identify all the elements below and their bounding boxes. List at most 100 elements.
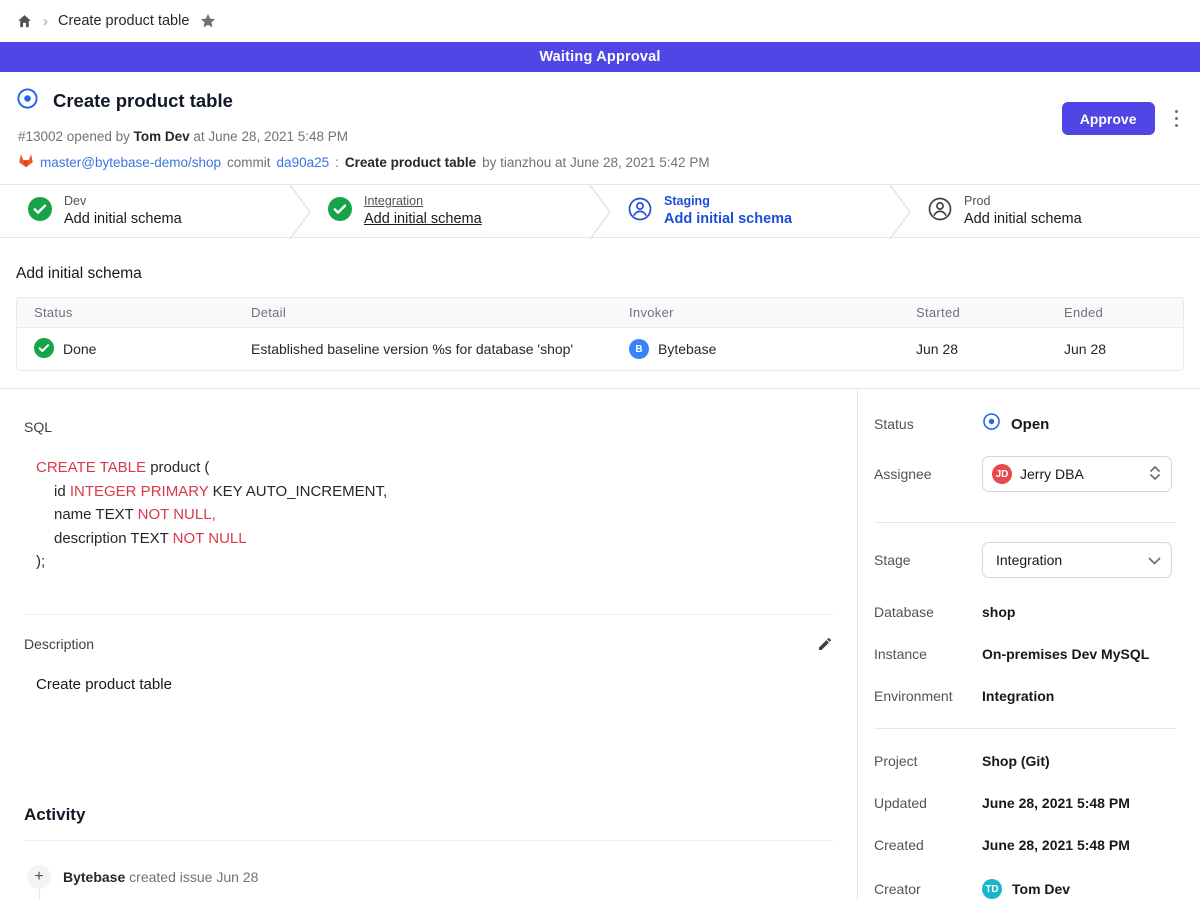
activity-plus-icon: + [27,865,51,889]
stage-env-label: Prod [964,194,1082,210]
stage-label: Stage [874,552,982,568]
updown-chevron-icon [1149,465,1161,484]
open-status-icon [982,412,1001,436]
column-status: Status [17,298,234,327]
stage-env-label: Integration [364,194,482,210]
task-ended: Jun 28 [1064,341,1106,357]
issue-open-icon [16,87,39,115]
vcs-branch-link[interactable]: master@bytebase-demo/shop [40,155,221,170]
issue-meta: #13002 opened by Tom Dev at June 28, 202… [18,129,1184,144]
sql-code-block: CREATE TABLE product ( id INTEGER PRIMAR… [36,456,833,574]
bytebase-issue-page: › Create product table Waiting Approval … [0,0,1200,900]
breadcrumb-chevron-icon: › [43,13,48,30]
environment-value: Integration [982,688,1054,704]
task-status: Done [63,341,96,357]
commit-label: commit [227,155,271,170]
creator-label: Creator [874,881,982,897]
column-started: Started [899,298,1047,327]
issue-main-panel: SQL CREATE TABLE product ( id INTEGER PR… [0,389,858,900]
assignee-value: Jerry DBA [1020,466,1141,482]
breadcrumb: › Create product table [0,0,1200,42]
stage-done-icon [28,197,52,226]
column-detail: Detail [234,298,612,327]
description-text: Create product table [36,676,833,693]
project-value: Shop (Git) [982,753,1050,769]
stage-task-label: Add initial schema [964,210,1082,228]
stage-integration[interactable]: Integration Add initial schema [300,185,600,237]
task-section-title: Add initial schema [16,265,1184,283]
table-row[interactable]: Done Established baseline version %s for… [17,328,1183,370]
stage-select[interactable]: Integration [982,542,1172,578]
issue-opened-at: at June 28, 2021 5:48 PM [193,129,348,144]
description-label: Description [24,636,94,652]
instance-value: On-premises Dev MySQL [982,646,1149,662]
pipeline-stage-bar: Dev Add initial schema Integration Add i… [0,184,1200,238]
invoker-avatar: B [629,339,649,359]
updated-value: June 28, 2021 5:48 PM [982,795,1130,811]
stage-dev[interactable]: Dev Add initial schema [0,185,300,237]
stage-prod[interactable]: Prod Add initial schema [900,185,1200,237]
activity-title: Activity [24,805,833,825]
sidebar-divider [874,522,1176,523]
column-ended: Ended [1047,298,1183,327]
divider [24,840,833,841]
vcs-commit-line: master@bytebase-demo/shop commit da90a25… [18,153,1184,171]
sidebar-divider [874,728,1176,729]
edit-pencil-icon[interactable] [817,636,833,652]
status-banner: Waiting Approval [0,42,1200,72]
home-icon[interactable] [16,13,33,30]
stage-value: Integration [996,552,1140,568]
gitlab-icon [18,153,34,171]
stage-task-label: Add initial schema [364,210,482,228]
more-options-icon[interactable] [1171,106,1183,132]
stage-pending-approval-icon [928,197,952,226]
project-label: Project [874,753,982,769]
created-label: Created [874,837,982,853]
activity-timeline-line [39,889,40,900]
activity-actor: Bytebase [63,869,125,885]
stage-done-icon [328,197,352,226]
issue-title: Create product table [53,90,233,112]
database-label: Database [874,604,982,620]
stage-task-label: Add initial schema [664,210,792,228]
task-section: Add initial schema Status Detail Invoker… [0,238,1200,371]
created-value: June 28, 2021 5:48 PM [982,837,1130,853]
column-invoker: Invoker [612,298,899,327]
stage-pending-approval-icon [628,197,652,226]
assignee-avatar: JD [992,464,1012,484]
stage-env-label: Staging [664,194,792,210]
environment-label: Environment [874,688,982,704]
issue-number: #13002 opened by [18,129,130,144]
sql-section-label: SQL [24,419,833,435]
task-table-header: Status Detail Invoker Started Ended [17,298,1183,328]
commit-meta: by tianzhou at June 28, 2021 5:42 PM [482,155,709,170]
status-value: Open [1011,416,1049,433]
commit-message: Create product table [345,155,476,170]
updated-label: Updated [874,795,982,811]
creator-avatar: TD [982,879,1002,899]
divider [24,614,833,615]
activity-action: created issue Jun 28 [129,869,258,885]
star-icon[interactable] [199,12,217,30]
activity-item: + Bytebase created issue Jun 28 [24,865,833,889]
colon: : [335,155,339,170]
creator-value: Tom Dev [1012,881,1070,897]
database-value: shop [982,604,1015,620]
task-table: Status Detail Invoker Started Ended Done… [16,297,1184,371]
issue-sidebar: Status Open Assignee JD Jerry DBA [858,389,1200,900]
done-check-icon [34,338,54,361]
chevron-down-icon [1148,553,1161,568]
status-label: Status [874,416,982,432]
stage-task-label: Add initial schema [64,210,182,228]
commit-hash-link[interactable]: da90a25 [277,155,330,170]
issue-header: Create product table #13002 opened by To… [0,72,1200,184]
issue-author: Tom Dev [134,129,190,144]
assignee-label: Assignee [874,466,982,482]
approve-button[interactable]: Approve [1062,102,1155,135]
task-started: Jun 28 [916,341,958,357]
instance-label: Instance [874,646,982,662]
breadcrumb-page-title: Create product table [58,13,189,29]
assignee-select[interactable]: JD Jerry DBA [982,456,1172,492]
stage-staging[interactable]: Staging Add initial schema [600,185,900,237]
task-detail: Established baseline version %s for data… [251,341,573,357]
